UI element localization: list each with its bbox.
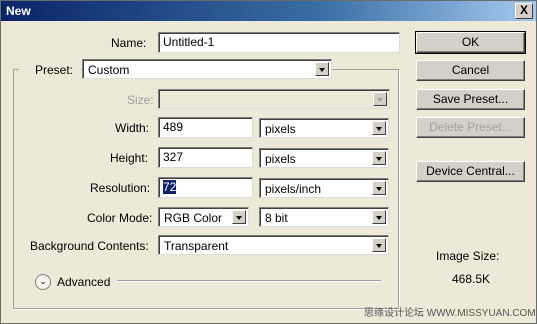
resolution-value-selected: 72	[163, 180, 177, 194]
height-label: Height:	[110, 151, 149, 165]
width-label: Width:	[115, 121, 150, 135]
chevron-down-icon	[372, 121, 386, 135]
resolution-unit-value: pixels/inch	[265, 182, 322, 196]
watermark: 思缘设计论坛 WWW.MISSYUAN.COM	[364, 308, 536, 319]
save-preset-button[interactable]: Save Preset...	[416, 89, 525, 110]
chevron-down-icon	[372, 238, 386, 252]
chevron-down-icon	[372, 210, 386, 224]
advanced-label[interactable]: Advanced	[57, 275, 110, 289]
cancel-button[interactable]: Cancel	[416, 60, 525, 81]
resolution-input[interactable]: 72	[158, 177, 253, 198]
width-unit-select[interactable]: pixels	[259, 118, 389, 138]
preset-label: Preset:	[35, 63, 74, 77]
resolution-label: Resolution:	[90, 181, 151, 195]
chevron-down-icon	[372, 151, 386, 165]
width-unit-value: pixels	[265, 122, 296, 136]
new-document-dialog: New X Name: Untitled-1 Preset: Custom Si…	[0, 0, 537, 324]
dialog-title: New	[6, 4, 31, 18]
color-mode-select[interactable]: RGB Color	[158, 207, 249, 227]
name-label: Name:	[111, 36, 147, 50]
size-select	[158, 89, 390, 109]
color-mode-label: Color Mode:	[87, 211, 153, 225]
delete-preset-button: Delete Preset...	[416, 117, 525, 138]
resolution-unit-select[interactable]: pixels/inch	[259, 178, 389, 198]
chevron-down-icon	[232, 210, 246, 224]
advanced-divider	[117, 280, 381, 282]
width-input[interactable]: 489	[158, 117, 253, 138]
bit-depth-value: 8 bit	[265, 211, 288, 225]
height-unit-select[interactable]: pixels	[259, 148, 389, 168]
preset-select-value: Custom	[88, 63, 130, 77]
ok-button[interactable]: OK	[415, 31, 526, 54]
expand-chevron-icon[interactable]: ⌄	[35, 274, 51, 290]
close-icon[interactable]: X	[515, 3, 533, 19]
bit-depth-select[interactable]: 8 bit	[259, 207, 389, 227]
chevron-down-icon	[373, 92, 387, 106]
preset-select[interactable]: Custom	[82, 59, 332, 79]
image-size-value: 468.5K	[452, 272, 491, 286]
background-contents-value: Transparent	[164, 239, 229, 253]
height-unit-value: pixels	[265, 152, 296, 166]
height-input[interactable]: 327	[158, 147, 253, 168]
background-contents-label: Background Contents:	[30, 239, 149, 253]
image-size-label: Image Size:	[436, 249, 500, 263]
color-mode-value: RGB Color	[164, 211, 223, 225]
title-bar: New X	[1, 1, 536, 21]
device-central-button[interactable]: Device Central...	[416, 161, 525, 182]
chevron-down-icon	[372, 181, 386, 195]
size-label: Size:	[127, 93, 154, 107]
background-contents-select[interactable]: Transparent	[158, 235, 389, 255]
chevron-down-icon	[315, 62, 329, 76]
name-input[interactable]: Untitled-1	[158, 32, 400, 53]
